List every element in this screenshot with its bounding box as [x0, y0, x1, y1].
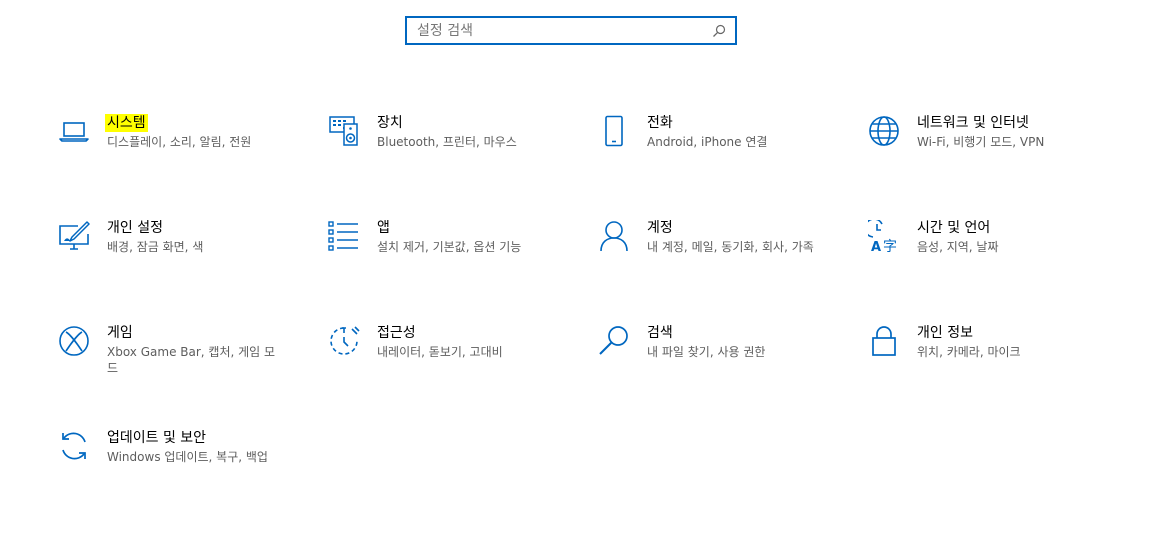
- search-icon: [597, 324, 631, 358]
- tile-apps[interactable]: 앱 설치 제거, 기본값, 옵션 기능: [327, 219, 567, 279]
- tile-personalization[interactable]: 개인 설정 배경, 잠금 화면, 색: [57, 219, 297, 279]
- tile-title: 게임: [107, 325, 133, 341]
- tile-description: Wi-Fi, 비행기 모드, VPN: [917, 135, 1045, 149]
- tile-title: 장치: [377, 115, 403, 131]
- time-language-icon: A字: [867, 219, 901, 253]
- tile-title: 개인 설정: [107, 220, 163, 236]
- tile-phone[interactable]: 전화 Android, iPhone 연결: [597, 114, 837, 174]
- svg-text:字: 字: [883, 239, 897, 252]
- tile-description: 내레이터, 돋보기, 고대비: [377, 345, 503, 359]
- laptop-icon: [57, 114, 91, 148]
- tile-title: 네트워크 및 인터넷: [917, 115, 1029, 131]
- tile-title: 시스템: [105, 114, 148, 132]
- search-icon[interactable]: [709, 21, 729, 41]
- tile-title: 검색: [647, 325, 673, 341]
- tile-title: 앱: [377, 220, 390, 236]
- tile-update-security[interactable]: 업데이트 및 보안 Windows 업데이트, 복구, 백업: [57, 429, 297, 489]
- tile-description: Bluetooth, 프린터, 마우스: [377, 135, 517, 149]
- tile-accessibility[interactable]: 접근성 내레이터, 돋보기, 고대비: [327, 324, 567, 384]
- tile-description: Windows 업데이트, 복구, 백업: [107, 450, 268, 464]
- tile-description: 디스플레이, 소리, 알림, 전원: [107, 135, 252, 149]
- tile-description: 설치 제거, 기본값, 옵션 기능: [377, 240, 522, 254]
- tile-privacy[interactable]: 개인 정보 위치, 카메라, 마이크: [867, 324, 1107, 384]
- search-box[interactable]: [405, 16, 737, 45]
- personalization-icon: [57, 219, 91, 253]
- tile-description: Xbox Game Bar, 캡처, 게임 모드: [107, 345, 276, 375]
- search-input[interactable]: [407, 18, 709, 43]
- apps-list-icon: [327, 219, 361, 253]
- tile-time-language[interactable]: A字 시간 및 언어 음성, 지역, 날짜: [867, 219, 1107, 279]
- tile-description: Android, iPhone 연결: [647, 135, 768, 149]
- devices-icon: [327, 114, 361, 148]
- tile-devices[interactable]: 장치 Bluetooth, 프린터, 마우스: [327, 114, 567, 174]
- tile-description: 내 계정, 메일, 동기화, 회사, 가족: [647, 240, 814, 254]
- tile-network[interactable]: 네트워크 및 인터넷 Wi-Fi, 비행기 모드, VPN: [867, 114, 1107, 174]
- tile-description: 배경, 잠금 화면, 색: [107, 240, 204, 254]
- xbox-icon: [57, 324, 91, 358]
- tile-title: 접근성: [377, 325, 416, 341]
- svg-text:A: A: [871, 240, 881, 252]
- tile-system[interactable]: 시스템 디스플레이, 소리, 알림, 전원: [57, 114, 297, 174]
- lock-icon: [867, 324, 901, 358]
- tile-gaming[interactable]: 게임 Xbox Game Bar, 캡처, 게임 모드: [57, 324, 297, 384]
- accessibility-icon: [327, 324, 361, 358]
- tile-title: 시간 및 언어: [917, 220, 991, 236]
- tile-title: 개인 정보: [917, 325, 973, 341]
- tile-title: 계정: [647, 220, 673, 236]
- tile-title: 업데이트 및 보안: [107, 430, 207, 446]
- tile-accounts[interactable]: 계정 내 계정, 메일, 동기화, 회사, 가족: [597, 219, 837, 279]
- phone-icon: [597, 114, 631, 148]
- tile-title: 전화: [647, 115, 673, 131]
- tile-search[interactable]: 검색 내 파일 찾기, 사용 권한: [597, 324, 837, 384]
- tile-description: 위치, 카메라, 마이크: [917, 345, 1021, 359]
- tile-description: 음성, 지역, 날짜: [917, 240, 999, 254]
- sync-icon: [57, 429, 91, 463]
- person-icon: [597, 219, 631, 253]
- tile-description: 내 파일 찾기, 사용 권한: [647, 345, 766, 359]
- globe-icon: [867, 114, 901, 148]
